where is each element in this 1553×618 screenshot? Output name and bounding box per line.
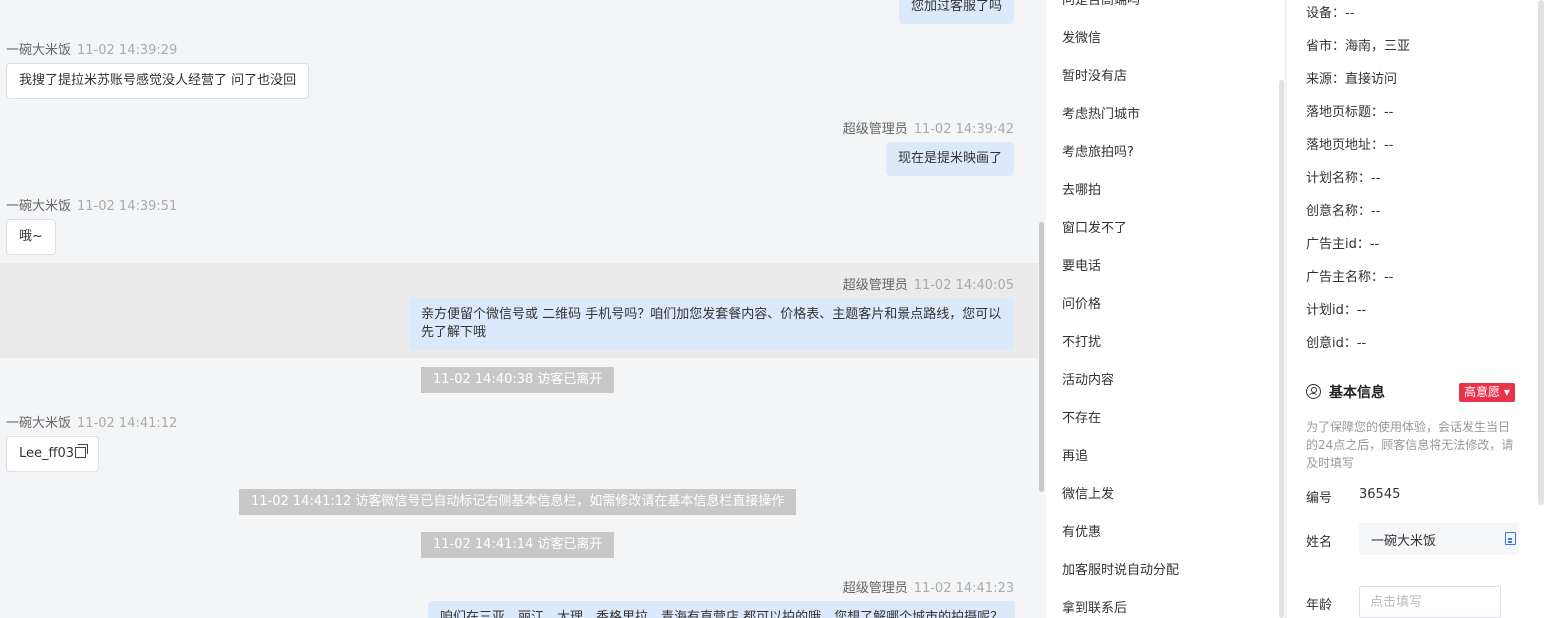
message-text-line: 亲方便留个微信号或 二维码 手机号吗？咱们加您发套餐内容、价格表、主题客片和景点… [421,307,1002,322]
sender-name: 一碗大米饭 [6,43,72,58]
system-notice: 11-02 14:41:14 访客已离开 [421,532,615,558]
user-circle-icon [1306,384,1321,399]
agent-message-bubble: 您加过客服了吗 [898,0,1014,24]
message-time: 11-02 14:41:23 [913,581,1014,596]
info-row-source: 来源：直接访问 [1306,72,1398,87]
intent-level-dropdown[interactable]: 高意愿 ▾ [1459,383,1515,402]
visitor-message-bubble: 哦~ [6,219,56,255]
chat-scrollbar[interactable] [1039,222,1044,492]
agent-message-bubble: 亲方便留个微信号或 二维码 手机号吗？咱们加您发套餐内容、价格表、主题客片和景点… [409,298,1014,350]
info-panel-scrollbar[interactable] [1538,0,1544,505]
message-meta: 超级管理员 11-02 14:41:23 [843,577,1014,596]
id-label: 编号 [1306,491,1333,506]
agent-message-bubble: 现在是提米映画了 [885,142,1014,176]
age-input[interactable] [1359,586,1501,618]
info-row-landing-title: 落地页标题：-- [1306,105,1394,120]
quick-reply-item[interactable]: 微信上发 [1062,483,1114,502]
name-value: 一碗大米饭 [1371,534,1437,549]
system-notice: 11-02 14:41:12 访客微信号已自动标记右侧基本信息栏，如需修改请在基… [239,489,797,515]
id-value: 36545 [1359,487,1401,502]
sender-name: 一碗大米饭 [6,199,72,214]
message-time: 11-02 14:39:51 [77,199,178,214]
quick-reply-item[interactable]: 窗口发不了 [1062,217,1127,236]
quick-reply-item[interactable]: 问价格 [1062,293,1101,312]
quick-reply-item[interactable]: 有优惠 [1062,521,1101,540]
message-time: 11-02 14:40:05 [913,278,1014,293]
quick-reply-item[interactable]: 不打扰 [1062,331,1101,350]
name-field[interactable]: 一碗大米饭 [1359,523,1519,555]
visitor-message-bubble: 我搜了提拉米苏账号感觉没人经营了 问了也没回 [6,63,310,99]
message-meta: 超级管理员 11-02 14:40:05 [843,274,1014,293]
quick-reply-item[interactable]: 考虑旅拍吗? [1062,141,1134,160]
quick-reply-item[interactable]: 不存在 [1062,407,1101,426]
visitor-message-bubble: Lee_ff03 [6,436,100,472]
quick-reply-item[interactable]: 活动内容 [1062,369,1114,388]
info-row-landing-url: 落地页地址：-- [1306,138,1394,153]
name-label: 姓名 [1306,535,1333,550]
info-row-plan-id: 计划id：-- [1306,303,1367,318]
message-text-line: 先了解下哦 [421,325,487,340]
info-row-region: 省市：海南，三亚 [1306,39,1411,54]
quick-reply-item[interactable]: 加客服时说自动分配 [1062,559,1179,578]
sender-name: 一碗大米饭 [6,416,72,431]
sender-name: 超级管理员 [842,122,908,137]
info-row-creative-name: 创意名称：-- [1306,204,1381,219]
info-row-advertiser-id: 广告主id：-- [1306,237,1380,252]
system-notice: 11-02 14:40:38 访客已离开 [421,367,615,393]
info-row-plan-name: 计划名称：-- [1306,171,1381,186]
sender-name: 超级管理员 [842,581,908,596]
message-meta: 超级管理员 11-02 14:39:42 [843,118,1014,137]
quick-reply-item[interactable]: 考虑热门城市 [1062,103,1140,122]
quick-reply-item[interactable]: 暂时没有店 [1062,65,1127,84]
quick-reply-item[interactable]: 去哪拍 [1062,179,1101,198]
message-meta: 一碗大米饭 11-02 14:39:51 [6,195,177,214]
age-label: 年龄 [1306,598,1333,613]
quick-reply-scrollbar[interactable] [1279,80,1284,618]
quick-reply-item[interactable]: 要电话 [1062,255,1101,274]
info-row-advertiser-name: 广告主名称：-- [1306,270,1394,285]
message-meta: 一碗大米饭 11-02 14:41:12 [6,412,177,431]
chat-panel: 您加过客服了吗 一碗大米饭 11-02 14:39:29 我搜了提拉米苏账号感觉没… [0,0,1038,618]
quick-reply-item[interactable]: 再追 [1062,445,1088,464]
message-meta: 一碗大米饭 11-02 14:39:29 [6,39,177,58]
message-time: 11-02 14:39:29 [77,43,178,58]
sender-name: 超级管理员 [842,278,908,293]
basic-info-title: 基本信息 [1329,385,1385,401]
visitor-info-panel: 设备：-- 省市：海南，三亚 来源：直接访问 落地页标题：-- 落地页地址：--… [1287,0,1553,618]
quick-reply-item[interactable]: 问是否高端吗 [1062,0,1140,8]
agent-message-bubble: 咱们在三亚、丽江、大理、香格里拉、青海有直营店 都可以拍的哦，您想了解哪个城市的… [428,601,1016,618]
copy-icon[interactable] [75,444,89,458]
info-row-device: 设备：-- [1306,6,1355,21]
edit-deadline-note: 为了保障您的使用体验，会话发生当日的24点之后，顾客信息将无法修改，请及时填写 [1306,420,1514,470]
message-time: 11-02 14:41:12 [77,416,178,431]
wechat-id-text: Lee_ff03 [19,446,75,461]
quick-reply-item[interactable]: 拿到联系后 [1062,597,1127,616]
basic-info-heading: 基本信息 [1306,382,1385,402]
quick-reply-item[interactable]: 发微信 [1062,27,1101,46]
quick-reply-list: 问是否高端吗 发微信 暂时没有店 考虑热门城市 考虑旅拍吗? 去哪拍 窗口发不了… [1046,0,1284,618]
document-icon[interactable] [1505,532,1516,545]
info-row-creative-id: 创意id：-- [1306,336,1367,351]
message-time: 11-02 14:39:42 [913,122,1014,137]
